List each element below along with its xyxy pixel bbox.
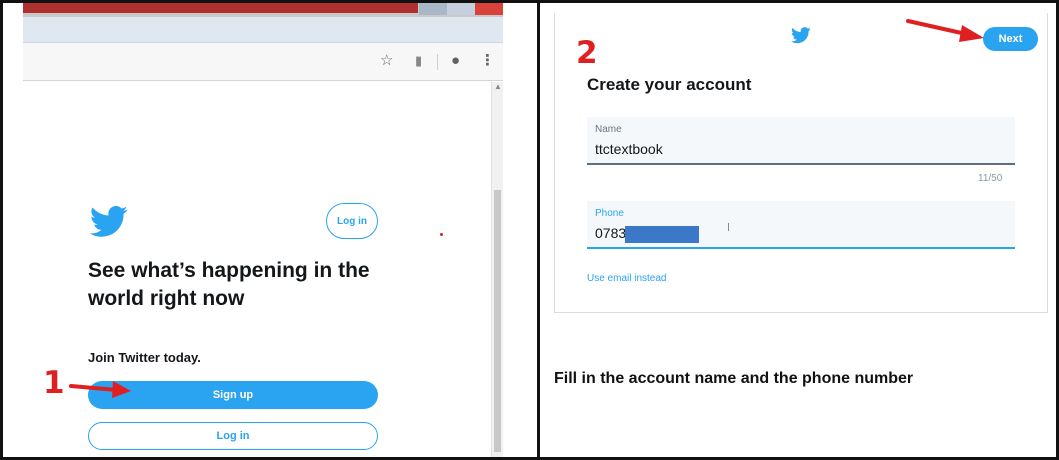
dialog-title: Create your account [587,75,752,94]
step-2-label: 2 [576,35,598,71]
next-button[interactable]: Next [983,27,1038,51]
star-icon[interactable]: ☆ [380,52,393,70]
name-value: ttctextbook [595,141,663,157]
header-log-in-button[interactable]: Log in [326,203,378,239]
menu-icon[interactable]: ⋮ [480,52,495,70]
redaction-box [625,226,699,243]
instruction-caption: Fill in the account name and the phone n… [554,370,914,387]
red-dot-mark [440,233,443,236]
page-headline: See what’s happening in the world right … [88,259,370,310]
join-twitter-text: Join Twitter today. [88,350,201,365]
toolbar-separator [437,54,438,70]
red-arrow-icon [69,381,131,398]
scroll-thumb[interactable] [494,190,501,452]
name-label: Name [595,124,622,135]
extension-icon[interactable]: ▮ [415,52,422,70]
window-title-accent [23,3,418,13]
use-email-instead-link[interactable]: Use email instead [587,273,666,284]
window-controls [419,3,503,15]
log-in-button[interactable]: Log in [88,422,378,450]
close-button[interactable] [475,3,503,15]
name-character-counter: 11/50 [978,173,1003,184]
maximize-button[interactable] [447,3,475,15]
right-screenshot-panel: Next 2 Create your account Name ttctextb… [537,0,1059,460]
phone-label: Phone [595,208,624,219]
step-1-label: 1 [43,365,65,401]
scroll-up-icon[interactable]: ▲ [494,82,502,91]
browser-toolbar: ☆ ▮ ● ⋮ [23,43,503,81]
text-cursor [728,223,729,231]
tab-strip [23,17,503,43]
red-arrow-icon [906,19,984,42]
scrollbar[interactable]: ▲ [491,82,503,457]
twitter-bird-icon [89,206,128,237]
left-screenshot-panel: ☆ ▮ ● ⋮ ▲ Log in See what’s happening in… [0,0,537,460]
twitter-bird-icon [791,27,811,44]
account-icon[interactable]: ● [451,52,460,70]
name-field[interactable]: Name ttctextbook [587,117,1015,165]
phone-field[interactable]: Phone 0783 [587,201,1015,249]
minimize-button[interactable] [419,3,447,15]
phone-value: 0783 [595,225,627,241]
